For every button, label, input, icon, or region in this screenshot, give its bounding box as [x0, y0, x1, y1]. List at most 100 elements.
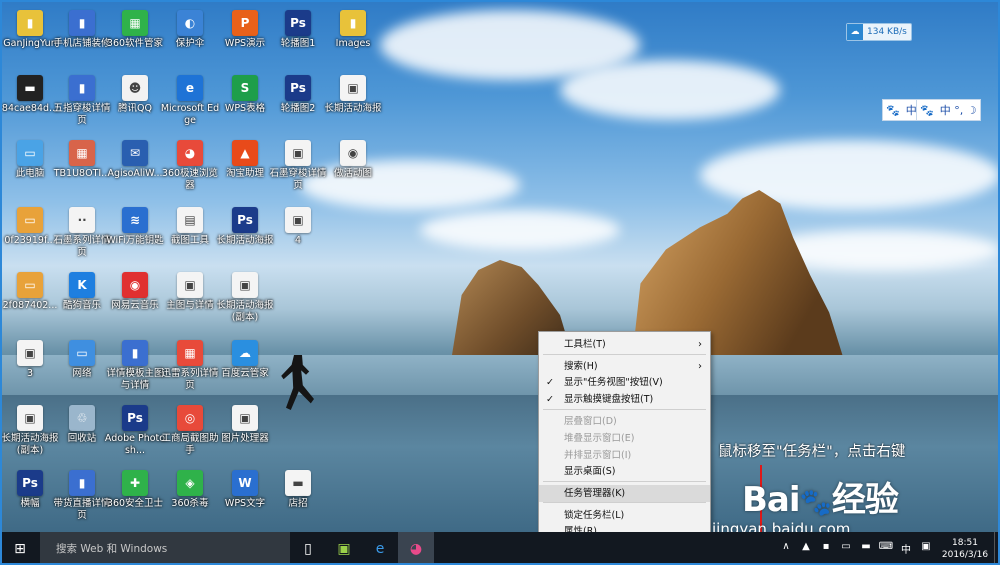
paw-logo-icon: 🐾 — [799, 488, 832, 518]
context-menu-item-label: 堆叠显示窗口(E) — [564, 433, 635, 444]
app-icon: ✉ — [122, 140, 148, 166]
cloud — [560, 60, 780, 120]
context-menu-item[interactable]: 任务管理器(K) — [539, 485, 710, 502]
android-app-button[interactable]: ▣ — [326, 532, 362, 565]
paw-icon: 🐾 — [886, 103, 900, 117]
ime-chinese-icon[interactable]: 中 — [896, 541, 916, 556]
context-menu-item: 堆叠显示窗口(E) — [539, 430, 710, 447]
start-button[interactable]: ⊞ — [0, 532, 40, 565]
desktop-icon[interactable]: ▮ Images — [321, 6, 385, 72]
app-icon: ☻ — [122, 75, 148, 101]
menu-separator — [543, 409, 706, 410]
context-menu-item[interactable]: ✓ 显示"任务视图"按钮(V) — [539, 374, 710, 391]
desktop-icon[interactable]: ▣ 图片处理器 — [213, 401, 277, 467]
app-icon: P — [232, 10, 258, 36]
network-speed-value: 134 KB/s — [867, 27, 907, 37]
touch-keyboard-icon[interactable]: ⌨ — [876, 541, 896, 556]
notification-icon[interactable]: ▬ — [856, 541, 876, 556]
app-icon: ▯ — [304, 540, 312, 557]
desktop-icon-label: Images — [335, 38, 371, 49]
app-icon: ◐ — [177, 10, 203, 36]
clock-time: 18:51 — [952, 537, 978, 548]
browser-360-button[interactable]: ◕ — [398, 532, 434, 565]
network-icon[interactable]: ▭ — [836, 541, 856, 556]
app-icon: ▣ — [337, 540, 351, 557]
app-icon: ▣ — [340, 75, 366, 101]
search-placeholder: 搜索 Web 和 Windows — [56, 543, 168, 555]
app-icon: ▦ — [69, 140, 95, 166]
context-menu-item-label: 任务管理器(K) — [564, 488, 626, 499]
context-menu-item[interactable]: ✓ 显示触摸键盘按钮(T) — [539, 391, 710, 408]
app-icon: ♲ — [69, 405, 95, 431]
app-icon: Ps — [232, 207, 258, 233]
app-icon: ▮ — [340, 10, 366, 36]
app-icon: Ps — [122, 405, 148, 431]
chevron-right-icon: › — [698, 339, 702, 350]
app-icon: ▭ — [17, 207, 43, 233]
context-menu-item-label: 并排显示窗口(I) — [564, 450, 632, 461]
app-icon: ▣ — [17, 340, 43, 366]
context-menu-item-label: 层叠窗口(D) — [564, 416, 617, 427]
context-menu-item-label: 显示"任务视图"按钮(V) — [564, 377, 663, 388]
network-speed-widget[interactable]: ☁ 134 KB/s — [846, 23, 912, 41]
app-icon: Ps — [285, 75, 311, 101]
app-icon: ☁ — [232, 340, 258, 366]
context-menu-item[interactable]: 搜索(H) › — [539, 358, 710, 375]
task-view-button[interactable]: ▯ — [290, 532, 326, 565]
app-icon: ▭ — [17, 140, 43, 166]
check-icon: ✓ — [546, 394, 554, 405]
app-icon: ◕ — [409, 540, 423, 557]
menu-separator — [543, 481, 706, 482]
context-menu-item[interactable]: 显示桌面(S) — [539, 463, 710, 480]
ime-status-label: 中 °, ☽ — [939, 104, 977, 117]
context-menu-item-label: 显示桌面(S) — [564, 466, 616, 477]
check-icon: ✓ — [546, 377, 554, 388]
watermark-brand-b: 经验 — [831, 480, 899, 520]
context-menu-item: 并排显示窗口(I) — [539, 447, 710, 464]
taskbar[interactable]: ⊞ 搜索 Web 和 Windows ▯ ▣ e ◕ ∧ ▲ ▪ ▭ ▬ ⌨ 中 ▣ 18:51 2… — [0, 532, 1000, 565]
tray-badge-icon[interactable]: ▪ — [816, 541, 836, 556]
tray-icons: ∧ ▲ ▪ ▭ ▬ ⌨ 中 ▣ — [776, 541, 936, 556]
ie-button[interactable]: e — [362, 532, 398, 565]
app-icon: ◉ — [122, 272, 148, 298]
ime-toolbar-right[interactable]: 🐾 中 °, ☽ — [916, 99, 981, 121]
ime-paw-icon[interactable]: ▣ — [916, 541, 936, 556]
pinned-apps: ▯ ▣ e ◕ — [290, 532, 434, 565]
desktop-icon[interactable]: ◉ 做活动图 — [321, 136, 385, 202]
desktop-icon[interactable]: ▣ 长期活动海报 — [321, 71, 385, 137]
show-desktop-button[interactable] — [994, 532, 1000, 565]
app-icon: ▣ — [17, 405, 43, 431]
context-menu-item-label: 锁定任务栏(L) — [564, 510, 625, 521]
desktop-icon-label: 店招 — [288, 498, 308, 509]
show-hidden-icons-chevron-icon[interactable]: ∧ — [776, 541, 796, 556]
cloud — [420, 210, 620, 250]
ime-toolbar-left[interactable]: 🐾 中 — [882, 99, 921, 121]
desktop-icon-label: 百度云管家 — [221, 368, 269, 379]
search-box[interactable]: 搜索 Web 和 Windows — [40, 532, 290, 565]
app-icon: ▮ — [69, 470, 95, 496]
cloud-arrow-icon: ☁ — [847, 24, 863, 40]
app-icon: ▬ — [17, 75, 43, 101]
app-icon: ≋ — [122, 207, 148, 233]
tray-app-icon[interactable]: ▲ — [796, 541, 816, 556]
clock[interactable]: 18:51 2016/3/16 — [936, 537, 994, 561]
windows-logo-icon: ⊞ — [14, 540, 26, 557]
app-icon: ▮ — [69, 10, 95, 36]
app-icon: e — [375, 540, 385, 557]
app-icon: ◎ — [177, 405, 203, 431]
desktop-icon[interactable]: ▣ 4 — [266, 203, 330, 269]
context-menu-item[interactable]: 工具栏(T) › — [539, 336, 710, 353]
app-icon: ▲ — [232, 140, 258, 166]
desktop-icon-label: 长期活动海报 — [324, 103, 382, 114]
menu-separator — [543, 502, 706, 503]
desktop-icon[interactable]: ▣ 长期活动海报(副本) — [213, 268, 277, 334]
context-menu-item: 层叠窗口(D) — [539, 413, 710, 430]
baidu-jingyan-watermark: Bai🐾经验 jingyan.baidu.com — [712, 472, 899, 538]
desktop-icon[interactable]: ▬ 店招 — [266, 466, 330, 532]
app-icon: ∙∙ — [69, 207, 95, 233]
app-icon: W — [232, 470, 258, 496]
desktop-icon[interactable]: ☁ 百度云管家 — [213, 336, 277, 402]
app-icon: S — [232, 75, 258, 101]
context-menu-item[interactable]: 锁定任务栏(L) — [539, 507, 710, 524]
context-menu-item-label: 搜索(H) — [564, 361, 598, 372]
